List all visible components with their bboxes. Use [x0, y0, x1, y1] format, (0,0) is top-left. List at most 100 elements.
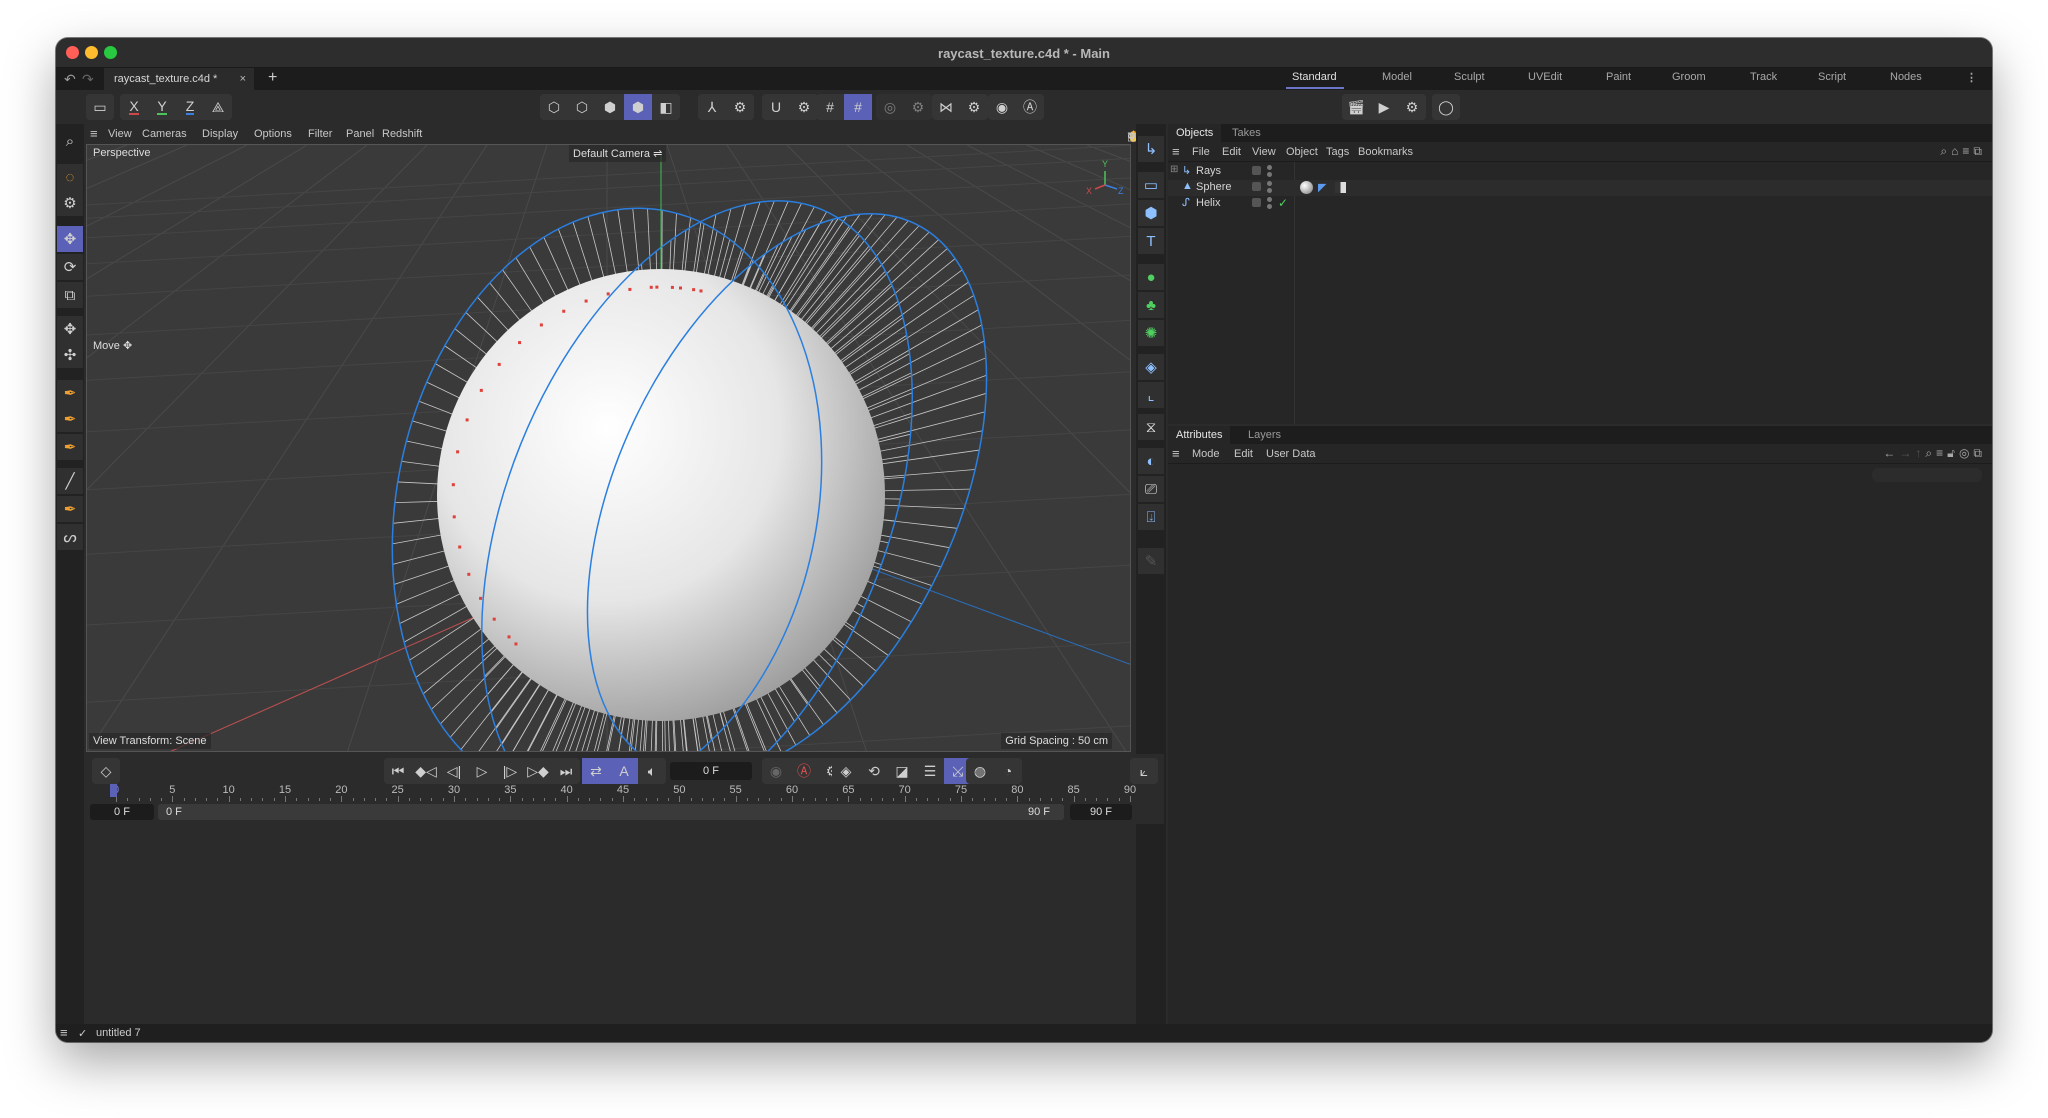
selection-settings-icon[interactable]: ⚙	[57, 190, 83, 216]
object-name[interactable]: Sphere	[1196, 181, 1231, 193]
objects-menu-file[interactable]: File	[1192, 146, 1210, 158]
viewport-menu-panel[interactable]: Panel	[346, 128, 374, 140]
rotate-tool-icon[interactable]: ⟳	[57, 254, 83, 280]
sphere-object[interactable]	[437, 269, 885, 721]
transform-tool-icon[interactable]: ✥	[57, 316, 83, 342]
texture-tag-icon[interactable]: ◤	[1318, 181, 1326, 194]
viewport-menu-cameras[interactable]: Cameras	[142, 128, 187, 140]
viewport-menu-icon[interactable]: ≡	[90, 126, 98, 141]
attributes-menu-edit[interactable]: Edit	[1234, 448, 1253, 460]
tab-layers[interactable]: Layers	[1240, 426, 1289, 444]
filter-icon[interactable]: ≡	[1936, 446, 1947, 460]
snap-icon[interactable]: U	[762, 94, 790, 120]
sketch-tool-icon[interactable]: ᔕ	[57, 524, 83, 550]
workplane-icon[interactable]: #	[816, 94, 844, 120]
object-row-sphere[interactable]: ▲ Sphere ◤	[1168, 180, 1992, 196]
visibility-toggle[interactable]	[1252, 166, 1261, 175]
object-name[interactable]: Helix	[1196, 197, 1220, 209]
search-icon[interactable]: ⌕	[1925, 446, 1936, 460]
viewport-scene[interactable]: Y X Z	[87, 145, 1131, 752]
cloner-icon[interactable]: ♣	[1138, 292, 1164, 318]
archive-icon[interactable]: ▭	[86, 94, 114, 120]
field-icon[interactable]: ⌞	[1138, 382, 1164, 408]
move-tool-icon[interactable]: ✥	[57, 226, 83, 252]
layout-tab-paint[interactable]: Paint	[1606, 71, 1631, 83]
tab-takes[interactable]: Takes	[1224, 124, 1269, 142]
axis-z-lock[interactable]: Z	[176, 94, 204, 120]
layout-tab-groom[interactable]: Groom	[1672, 71, 1706, 83]
new-window-icon[interactable]: ⧉	[1973, 446, 1986, 460]
locked-workplane-icon[interactable]: #	[844, 94, 872, 120]
attributes-menu-icon[interactable]: ≡	[1172, 446, 1180, 461]
render-view-icon[interactable]: ▶	[1370, 94, 1398, 120]
effector-icon[interactable]: ✺	[1138, 320, 1164, 346]
snap-settings-icon[interactable]: ⚙	[790, 94, 818, 120]
document-tab[interactable]: raycast_texture.c4d * ×	[104, 68, 254, 90]
target-icon[interactable]: ◎	[1959, 446, 1973, 460]
soft-selection-icon[interactable]: ◎	[876, 94, 904, 120]
visibility-toggle[interactable]	[1252, 198, 1261, 207]
viewport-menu-filter[interactable]: Filter	[308, 128, 332, 140]
more-options-icon[interactable]: ⋮	[1966, 71, 1977, 84]
start-frame-field[interactable]: 0 F	[90, 804, 154, 820]
object-name[interactable]: Rays	[1196, 165, 1221, 177]
search-icon[interactable]: ⌕	[57, 128, 83, 154]
attributes-menu-mode[interactable]: Mode	[1192, 448, 1220, 460]
render-editor-dots[interactable]	[1267, 165, 1272, 179]
status-menu-icon[interactable]: ≡	[60, 1025, 68, 1040]
end-frame-field[interactable]: 90 F	[1070, 804, 1132, 820]
objects-menu-view[interactable]: View	[1252, 146, 1276, 158]
objects-menu-icon[interactable]: ≡	[1172, 144, 1180, 159]
axis-x-lock[interactable]: X	[120, 94, 148, 120]
enabled-check-icon[interactable]: ✓	[1278, 196, 1288, 210]
material-tag-icon[interactable]	[1300, 181, 1313, 194]
brush-tool-icon[interactable]: ╱	[57, 468, 83, 494]
frame-ruler[interactable]: 051015202530354045505560657075808590	[94, 754, 1154, 804]
layout-tab-script[interactable]: Script	[1818, 71, 1846, 83]
up-arrow-icon[interactable]: ↑	[1915, 446, 1925, 460]
new-window-icon[interactable]: ⧉	[1973, 144, 1986, 158]
text-spline-icon[interactable]: T	[1138, 228, 1164, 254]
floor-object-icon[interactable]: ⍗	[1138, 504, 1164, 530]
layout-tab-sculpt[interactable]: Sculpt	[1454, 71, 1485, 83]
filter-icon[interactable]: ≡	[1962, 144, 1973, 158]
axis-settings-icon[interactable]: ⚙	[726, 94, 754, 120]
null-object-icon[interactable]: ↳	[1138, 136, 1164, 162]
objects-menu-tags[interactable]: Tags	[1326, 146, 1349, 158]
render-editor-dots[interactable]	[1267, 197, 1272, 211]
volume-icon[interactable]: ⧖	[1138, 414, 1164, 440]
cube-primitive-icon[interactable]: ⬢	[1138, 200, 1164, 226]
edges-mode-icon[interactable]: ⬡	[568, 94, 596, 120]
tweak-tool-icon[interactable]: ✣	[57, 342, 83, 368]
render-region-icon[interactable]: 🎬︎	[1342, 94, 1370, 120]
tab-attributes[interactable]: Attributes	[1168, 426, 1231, 444]
expand-icon[interactable]: ⊞	[1170, 164, 1178, 175]
new-tab-button[interactable]: +	[268, 69, 277, 87]
redo-icon[interactable]: ↷	[82, 71, 94, 88]
redshift-camera-icon[interactable]: ◯	[1432, 94, 1460, 120]
viewport-menu-display[interactable]: Display	[202, 128, 238, 140]
generator-icon[interactable]: ●	[1138, 264, 1164, 290]
layout-tab-track[interactable]: Track	[1750, 71, 1777, 83]
symmetry-settings-icon[interactable]: ⚙	[960, 94, 988, 120]
object-mode-icon[interactable]: ◧	[652, 94, 680, 120]
viewport-menu-redshift[interactable]: Redshift	[382, 128, 422, 140]
objects-menu-object[interactable]: Object	[1286, 146, 1318, 158]
projection-label[interactable]: Perspective	[89, 145, 154, 161]
disabled-tool-icon[interactable]: ✎	[1138, 548, 1164, 574]
render-settings-icon[interactable]: ⚙	[1398, 94, 1426, 120]
polygons-mode-icon[interactable]: ⬢	[596, 94, 624, 120]
lock-icon[interactable]: 🔓︎	[1947, 446, 1959, 460]
frame-range-slider[interactable]: 0 F 90 F	[158, 804, 1064, 820]
back-arrow-icon[interactable]: ←	[1883, 446, 1899, 460]
checker-tag-icon[interactable]	[1335, 182, 1346, 193]
points-mode-icon[interactable]: ⬡	[540, 94, 568, 120]
undo-icon[interactable]: ↶	[64, 71, 76, 88]
axis-y-lock[interactable]: Y	[148, 94, 176, 120]
auto-switch-icon[interactable]: Ⓐ	[1016, 94, 1044, 120]
layout-tab-model[interactable]: Model	[1382, 71, 1412, 83]
layout-tab-nodes[interactable]: Nodes	[1890, 71, 1922, 83]
tab-objects[interactable]: Objects	[1168, 124, 1222, 142]
axis-tool-icon[interactable]: ⅄	[698, 94, 726, 120]
spline-pen-icon[interactable]: ✒	[57, 406, 83, 432]
